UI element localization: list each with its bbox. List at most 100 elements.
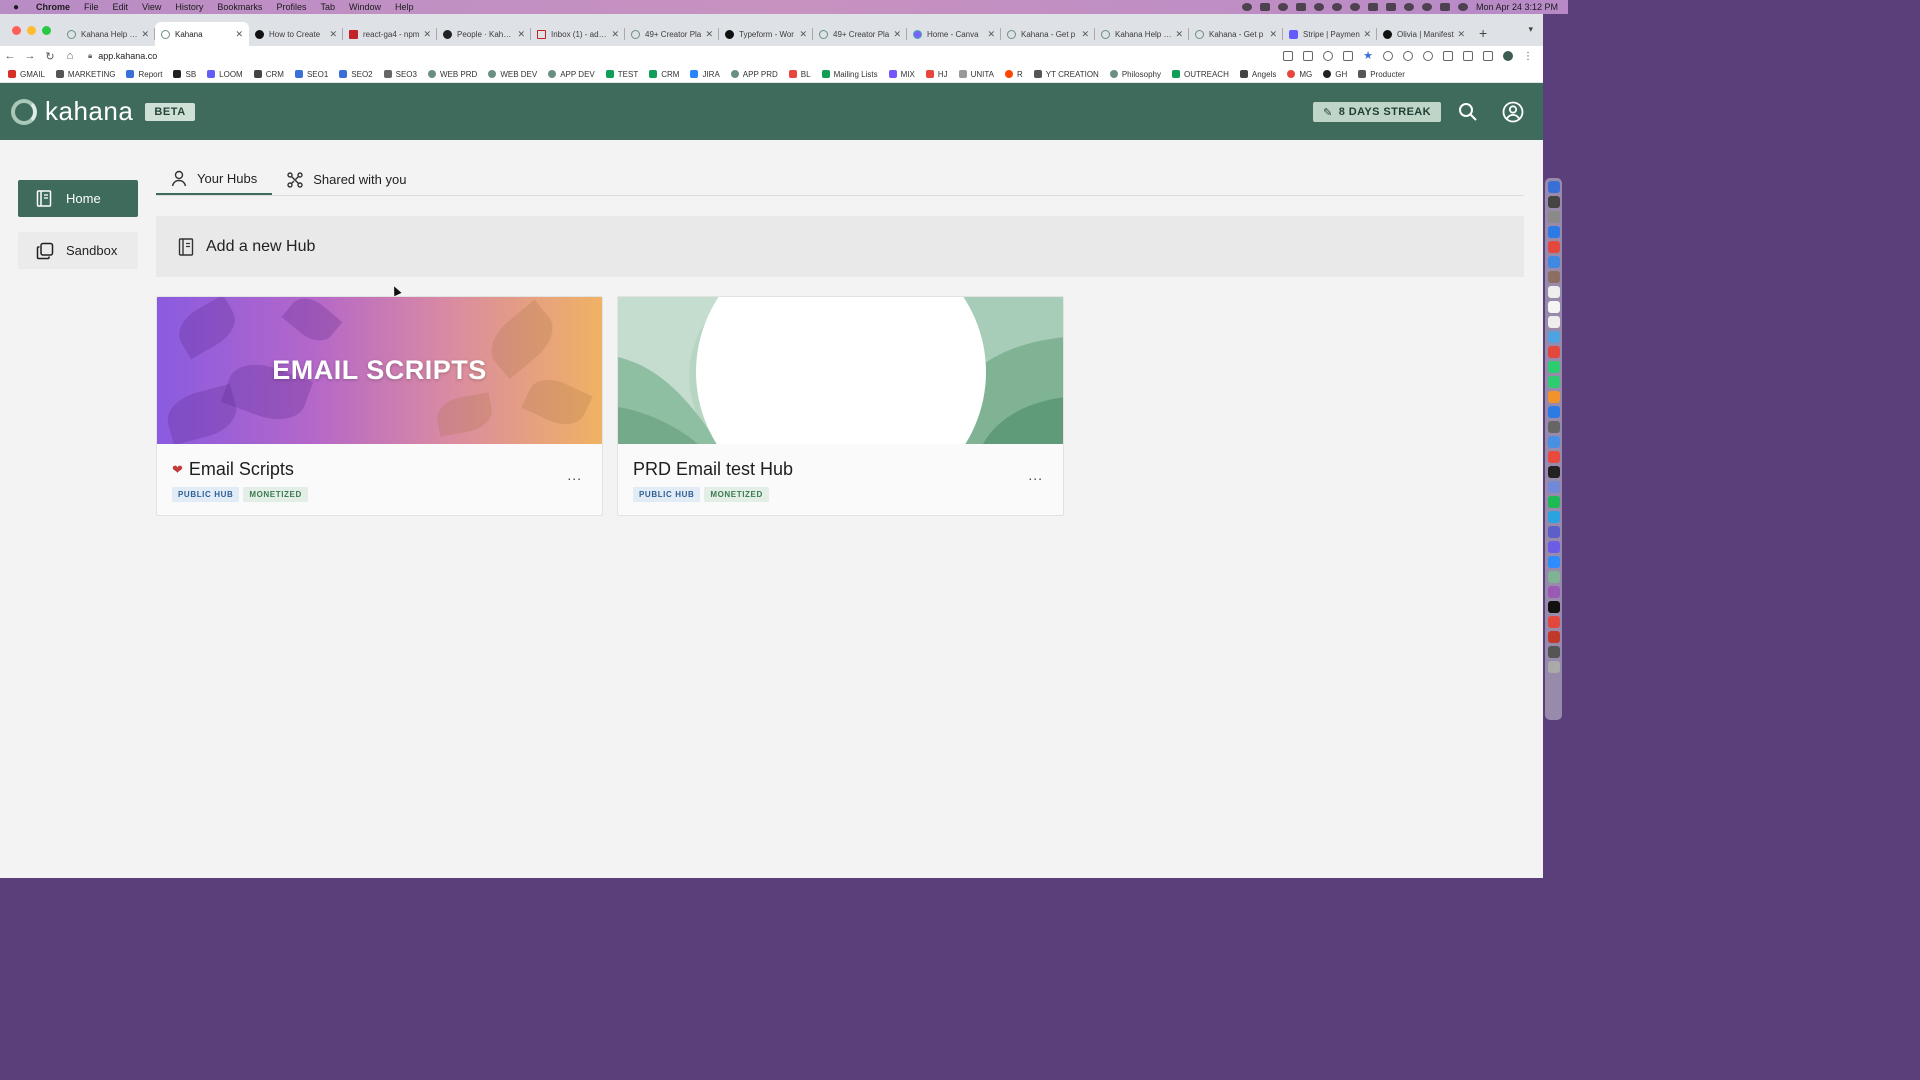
reminders-icon[interactable]: [1547, 316, 1560, 328]
browser-tab[interactable]: Stripe | Paymen ✕: [1283, 22, 1377, 46]
discord-icon[interactable]: [1547, 481, 1560, 493]
menu-file[interactable]: File: [84, 2, 99, 12]
app-icon[interactable]: [1547, 646, 1560, 658]
siri-icon[interactable]: [1457, 3, 1468, 11]
bookmark-item[interactable]: MIX: [888, 70, 915, 79]
sidebar-item-home[interactable]: Home: [18, 180, 138, 217]
menu-bookmarks[interactable]: Bookmarks: [217, 2, 262, 12]
gear-icon[interactable]: [1313, 3, 1324, 11]
bookmark-item[interactable]: MG: [1287, 70, 1312, 79]
spotlight-search-icon[interactable]: [1421, 3, 1432, 11]
hub-title[interactable]: PRD Email test Hub: [633, 459, 793, 480]
bookmark-item[interactable]: Philosophy: [1109, 70, 1161, 79]
bookmark-item[interactable]: GMAIL: [8, 70, 45, 79]
browser-tab-active[interactable]: Kahana ✕: [155, 22, 249, 46]
close-tab-icon[interactable]: ✕: [1457, 29, 1465, 40]
close-tab-icon[interactable]: ✕: [235, 29, 243, 40]
profile-avatar[interactable]: [1503, 51, 1513, 61]
hub-cover-image[interactable]: EMAIL SCRIPTS: [157, 297, 602, 444]
zoom-app-icon[interactable]: [1547, 556, 1560, 568]
bookmark-item[interactable]: YT CREATION: [1033, 70, 1099, 79]
minimize-window-button[interactable]: [27, 25, 36, 35]
close-tab-icon[interactable]: ✕: [799, 29, 807, 40]
app-icon[interactable]: [1547, 541, 1560, 553]
close-tab-icon[interactable]: ✕: [893, 29, 901, 40]
close-tab-icon[interactable]: ✕: [1363, 29, 1371, 40]
notes-icon[interactable]: [1547, 301, 1560, 313]
app-icon[interactable]: [1547, 571, 1560, 583]
extension-icon[interactable]: [1403, 51, 1413, 61]
chrome-icon[interactable]: [1547, 616, 1560, 628]
bookmark-star-icon[interactable]: ★: [1363, 51, 1373, 62]
close-tab-icon[interactable]: ✕: [987, 29, 995, 40]
bookmark-item[interactable]: JIRA: [690, 70, 720, 79]
apple-icon[interactable]: ●: [10, 2, 22, 13]
back-arrow-icon[interactable]: ←: [0, 50, 20, 62]
new-tab-icon[interactable]: +: [1479, 25, 1487, 41]
browser-tab[interactable]: Kahana - Get p ✕: [1189, 22, 1283, 46]
bookmark-item[interactable]: LOOM: [207, 70, 243, 79]
app-icon[interactable]: [1547, 391, 1560, 403]
menu-profiles[interactable]: Profiles: [276, 2, 306, 12]
close-tab-icon[interactable]: ✕: [705, 29, 713, 40]
chrome-icon[interactable]: [1547, 241, 1560, 253]
puzzle-icon[interactable]: [1443, 51, 1453, 61]
bookmark-item[interactable]: CRM: [253, 70, 284, 79]
bookmark-item[interactable]: SEO2: [339, 70, 373, 79]
bookmark-item[interactable]: TEST: [605, 70, 638, 79]
app-icon[interactable]: [1547, 526, 1560, 538]
app-icon[interactable]: [1547, 271, 1560, 283]
app-icon[interactable]: [1547, 451, 1560, 463]
browser-tab[interactable]: react-ga4 - npm ✕: [343, 22, 437, 46]
bookmark-item[interactable]: APP PRD: [730, 70, 778, 79]
infinity-icon[interactable]: [1259, 3, 1270, 11]
sidebar-item-sandbox[interactable]: Sandbox: [18, 232, 138, 269]
browser-tab[interactable]: How to Create ✕: [249, 22, 343, 46]
menu-edit[interactable]: Edit: [113, 2, 129, 12]
browser-tab[interactable]: People · Kahana ✕: [437, 22, 531, 46]
control-center-icon[interactable]: [1439, 3, 1450, 11]
browser-tab[interactable]: Kahana Help Ce ✕: [1095, 22, 1189, 46]
bookmark-item[interactable]: Angels: [1239, 70, 1276, 79]
tab-shared-with-you[interactable]: Shared with you: [272, 164, 421, 195]
close-window-button[interactable]: [12, 25, 21, 35]
tab-search-chevron-icon[interactable]: ▾: [1528, 24, 1533, 35]
address-bar[interactable]: app.kahana.co: [98, 51, 157, 61]
streak-badge[interactable]: ✎ 8 DAYS STREAK: [1313, 102, 1441, 122]
close-tab-icon[interactable]: ✕: [329, 29, 337, 40]
calendar-icon[interactable]: [1547, 286, 1560, 298]
bookmark-item[interactable]: SEO1: [294, 70, 328, 79]
more-options-icon[interactable]: ...: [1028, 467, 1043, 483]
zoom-window-button[interactable]: [42, 25, 51, 35]
hub-cover-image[interactable]: [618, 297, 1063, 444]
zoom-icon[interactable]: [1323, 51, 1334, 61]
bookmark-item[interactable]: OUTREACH: [1171, 70, 1229, 79]
browser-tab[interactable]: Kahana Help Ce ✕: [61, 22, 155, 46]
close-tab-icon[interactable]: ✕: [423, 29, 431, 40]
bookmark-item[interactable]: APP DEV: [548, 70, 595, 79]
bluetooth-icon[interactable]: [1367, 3, 1378, 11]
bookmark-item[interactable]: SEO3: [383, 70, 417, 79]
lock-icon[interactable]: 🔒︎: [88, 51, 92, 61]
menu-history[interactable]: History: [175, 2, 203, 12]
bookmark-item[interactable]: Mailing Lists: [821, 70, 878, 79]
menu-app-name[interactable]: Chrome: [36, 2, 70, 12]
status-app-icon[interactable]: [1295, 3, 1306, 11]
menu-help[interactable]: Help: [395, 2, 414, 12]
browser-tab[interactable]: 49+ Creator Pla ✕: [625, 22, 719, 46]
browser-tab[interactable]: Typeform - Wor ✕: [719, 22, 813, 46]
browser-tab[interactable]: Home - Canva ✕: [907, 22, 1001, 46]
extension-icon[interactable]: [1383, 51, 1393, 61]
close-tab-icon[interactable]: ✕: [141, 29, 149, 40]
app-logo-text[interactable]: kahana: [45, 96, 133, 127]
tab-your-hubs[interactable]: Your Hubs: [156, 164, 273, 195]
hub-card-prd-email-test[interactable]: PRD Email test Hub PUBLIC HUB MONETIZED …: [617, 296, 1064, 516]
kahana-logo-icon[interactable]: [11, 98, 37, 125]
finder-icon[interactable]: [1547, 181, 1560, 193]
maps-icon[interactable]: [1547, 331, 1560, 343]
podcasts-icon[interactable]: [1547, 586, 1560, 598]
close-tab-icon[interactable]: ✕: [611, 29, 619, 40]
hub-card-email-scripts[interactable]: EMAIL SCRIPTS ❤ Email Scripts PUBLIC HUB…: [156, 296, 603, 516]
close-tab-icon[interactable]: ✕: [1269, 29, 1277, 40]
bookmark-item[interactable]: R: [1005, 70, 1023, 79]
